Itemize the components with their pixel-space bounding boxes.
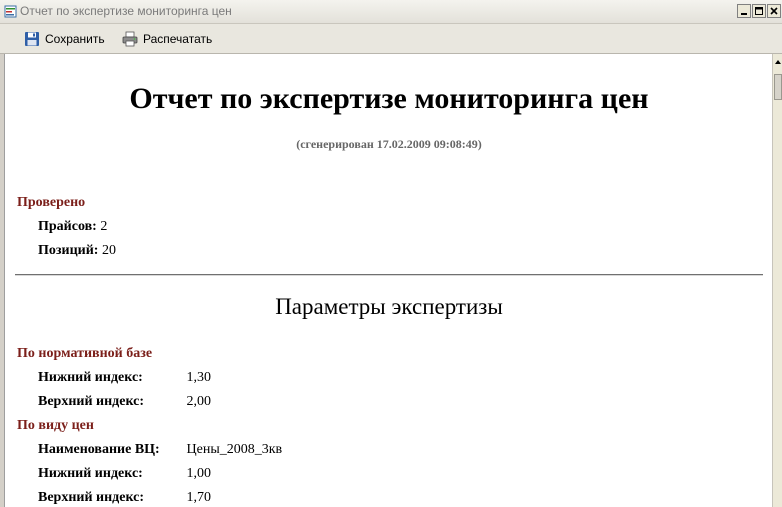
row-value: 1,00 <box>186 466 212 481</box>
row-value: Цены_2008_3кв <box>186 442 283 457</box>
params-title: Параметры экспертизы <box>275 294 503 319</box>
report-app-icon <box>4 5 17 18</box>
save-button[interactable]: Сохранить <box>24 30 105 48</box>
checked-row-prices: Прайсов: 2 <box>38 219 107 235</box>
row-label: Позиций: <box>38 243 99 258</box>
row-value: 1,30 <box>186 370 212 385</box>
normative-row-upper: Верхний индекс: 2,00 <box>38 394 211 410</box>
vertical-scrollbar[interactable] <box>772 54 782 507</box>
scroll-thumb[interactable] <box>774 74 782 100</box>
price-type-row-lower: Нижний индекс: 1,00 <box>38 466 211 482</box>
close-button[interactable] <box>767 4 781 18</box>
report-title: Отчет по экспертизе мониторинга цен <box>129 82 649 115</box>
checked-row-positions: Позиций: 20 <box>38 243 116 259</box>
section-heading-checked: Проверено <box>17 195 86 210</box>
row-label: Верхний индекс: <box>38 394 145 409</box>
row-value: 2 <box>100 219 108 234</box>
price-type-row-name: Наименование ВЦ: Цены_2008_3кв <box>38 442 282 458</box>
minimize-icon <box>741 13 747 15</box>
section-heading-price-type: По виду цен <box>17 418 94 433</box>
minimize-button[interactable] <box>737 4 751 18</box>
generated-timestamp: (сгенерирован 17.02.2009 09:08:49) <box>296 137 482 151</box>
printer-icon <box>122 31 138 47</box>
row-value: 2,00 <box>186 394 212 409</box>
title-bar: Отчет по экспертизе мониторинга цен <box>0 0 782 24</box>
row-label: Нижний индекс: <box>38 466 143 481</box>
maximize-icon <box>755 7 763 15</box>
section-heading-normative: По нормативной базе <box>17 346 153 361</box>
maximize-button[interactable] <box>752 4 766 18</box>
report-view[interactable]: Отчет по экспертизе мониторинга цен (сге… <box>4 54 773 507</box>
row-label: Верхний индекс: <box>38 490 145 505</box>
price-type-row-upper: Верхний индекс: 1,70 <box>38 490 211 506</box>
save-button-label: Сохранить <box>45 32 105 46</box>
print-button-label: Распечатать <box>143 32 213 46</box>
row-label: Нижний индекс: <box>38 370 143 385</box>
floppy-disk-icon <box>25 32 39 46</box>
row-label: Наименование ВЦ: <box>38 442 160 457</box>
row-label: Прайсов: <box>38 219 97 234</box>
divider <box>15 274 763 276</box>
normative-row-lower: Нижний индекс: 1,30 <box>38 370 211 386</box>
toolbar: Сохранить Распечатать <box>0 24 782 54</box>
window-title: Отчет по экспертизе мониторинга цен <box>20 4 232 18</box>
row-value: 20 <box>101 243 116 258</box>
scroll-up-arrow-icon[interactable] <box>773 56 782 68</box>
row-value: 1,70 <box>186 490 212 505</box>
close-icon <box>770 7 778 15</box>
print-button[interactable]: Распечатать <box>122 30 212 48</box>
